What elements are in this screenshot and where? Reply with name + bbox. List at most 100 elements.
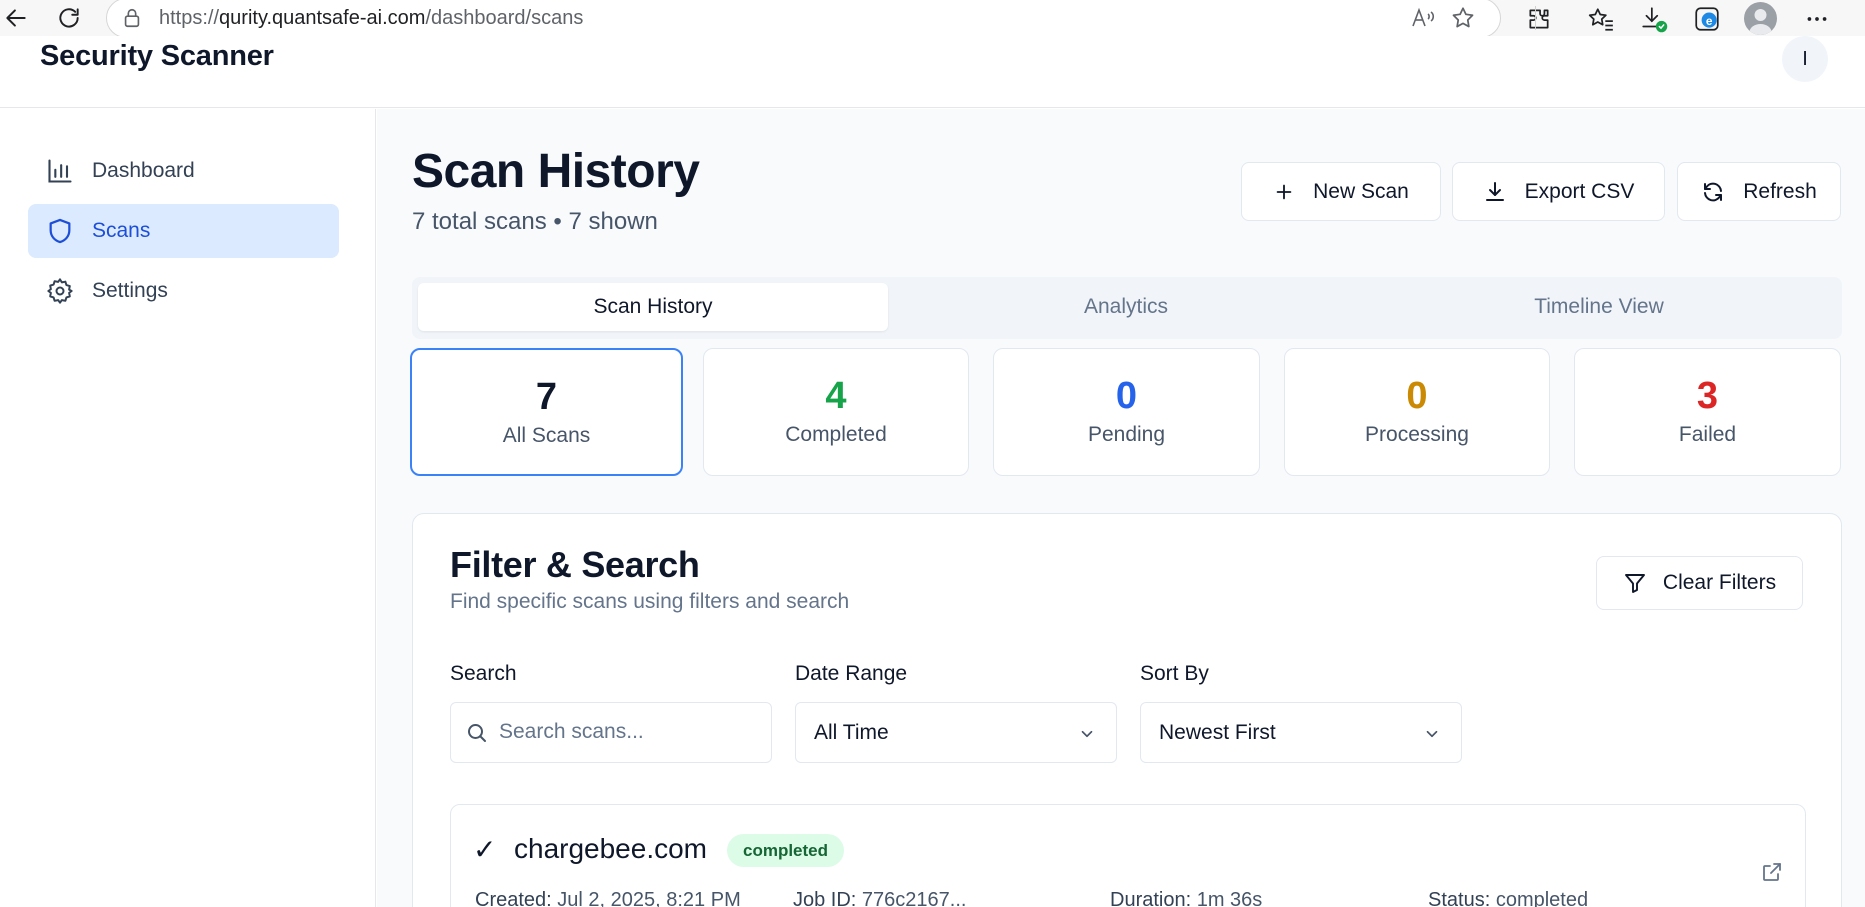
stat-value: 0 bbox=[1115, 375, 1138, 417]
stat-card-all-scans[interactable]: 7 All Scans bbox=[410, 348, 683, 476]
stat-label: Failed bbox=[1678, 423, 1737, 446]
filter-subtitle: Find specific scans using filters and se… bbox=[450, 590, 850, 613]
url-host: qurity.quantsafe-ai.com bbox=[219, 7, 426, 29]
filter-icon bbox=[1624, 574, 1645, 593]
favorites-icon[interactable] bbox=[1584, 2, 1618, 36]
external-link-icon[interactable] bbox=[1760, 860, 1784, 889]
stat-card-processing[interactable]: 0 Processing bbox=[1284, 348, 1550, 476]
new-scan-button[interactable]: New Scan bbox=[1241, 162, 1441, 221]
ie-mode-icon[interactable]: e bbox=[1690, 2, 1724, 36]
page-subtitle: 7 total scans • 7 shown bbox=[412, 208, 658, 235]
chevron-down-icon bbox=[1081, 730, 1093, 738]
tab-scan-history[interactable]: Scan History bbox=[418, 283, 888, 331]
downloads-icon[interactable] bbox=[1637, 2, 1671, 36]
meta-value: 1m 36s bbox=[1196, 889, 1263, 907]
sidebar-item-label: Settings bbox=[92, 279, 168, 302]
search-label: Search bbox=[450, 662, 517, 685]
download-icon bbox=[1485, 181, 1504, 201]
filter-card: Filter & Search Find specific scans usin… bbox=[412, 513, 1842, 907]
reload-button[interactable] bbox=[53, 2, 85, 34]
sidebar: Dashboard Scans Settings bbox=[0, 109, 376, 907]
shield-icon bbox=[49, 218, 71, 244]
filter-title: Filter & Search bbox=[450, 544, 700, 585]
scan-job-id: Job ID: 776c2167... bbox=[793, 889, 966, 907]
check-icon: ✓ bbox=[473, 834, 497, 865]
app-header: Security Scanner I bbox=[0, 36, 1865, 108]
export-csv-button[interactable]: Export CSV bbox=[1452, 162, 1665, 221]
app-title: Security Scanner bbox=[40, 40, 274, 72]
tab-timeline-view[interactable]: Timeline View bbox=[1364, 283, 1834, 331]
meta-label: Duration: bbox=[1110, 889, 1192, 907]
stat-label: Completed bbox=[785, 423, 887, 446]
search-icon bbox=[468, 724, 486, 742]
extensions-icon[interactable] bbox=[1522, 2, 1556, 36]
toolbar-divider bbox=[1535, 6, 1536, 30]
url-text[interactable]: https://qurity.quantsafe-ai.com/dashboar… bbox=[159, 7, 583, 30]
clear-filters-label: Clear Filters bbox=[1662, 571, 1777, 594]
meta-value: completed bbox=[1495, 889, 1589, 907]
sidebar-item-dashboard[interactable]: Dashboard bbox=[28, 144, 339, 198]
stat-label: All Scans bbox=[502, 424, 591, 447]
date-range-select[interactable]: All Time bbox=[795, 702, 1117, 763]
main-content: Scan History 7 total scans • 7 shown New… bbox=[377, 109, 1865, 907]
stat-label: Pending bbox=[1087, 423, 1166, 446]
sort-by-select[interactable]: Newest First bbox=[1140, 702, 1462, 763]
sidebar-item-label: Scans bbox=[92, 219, 151, 242]
scan-domain: chargebee.com bbox=[514, 833, 708, 864]
search-input[interactable] bbox=[499, 720, 739, 744]
sidebar-item-scans[interactable]: Scans bbox=[28, 204, 339, 258]
sort-by-value: Newest First bbox=[1159, 720, 1276, 744]
scan-card[interactable]: ✓ chargebee.com completed Created: Jul 2… bbox=[450, 804, 1806, 907]
reload-icon bbox=[59, 8, 79, 28]
favorite-star-icon[interactable] bbox=[1449, 4, 1477, 32]
read-aloud-icon[interactable] bbox=[1409, 4, 1437, 32]
meta-label: Status: bbox=[1428, 889, 1491, 907]
browser-toolbar: https://qurity.quantsafe-ai.com/dashboar… bbox=[0, 0, 1865, 38]
clear-filters-button[interactable]: Clear Filters bbox=[1596, 556, 1803, 610]
lock-icon[interactable] bbox=[121, 6, 143, 35]
sort-by-label: Sort By bbox=[1140, 662, 1209, 685]
back-button[interactable] bbox=[0, 2, 32, 34]
scan-status: Status: completed bbox=[1428, 889, 1588, 907]
url-prefix: https:// bbox=[159, 7, 220, 29]
status-badge: completed bbox=[727, 834, 845, 867]
url-path: /dashboard/scans bbox=[425, 7, 584, 29]
stat-card-completed[interactable]: 4 Completed bbox=[703, 348, 969, 476]
chevron-down-icon bbox=[1426, 730, 1438, 738]
meta-label: Created: bbox=[475, 889, 552, 907]
address-bar[interactable]: https://qurity.quantsafe-ai.com/dashboar… bbox=[106, 0, 1501, 38]
more-menu-icon[interactable] bbox=[1800, 2, 1834, 36]
meta-label: Job ID: bbox=[793, 889, 857, 907]
user-avatar[interactable]: I bbox=[1782, 36, 1828, 82]
meta-value: Jul 2, 2025, 8:21 PM bbox=[557, 889, 741, 907]
svg-text:e: e bbox=[1706, 14, 1713, 28]
view-tabs: Scan History Analytics Timeline View bbox=[412, 277, 1842, 339]
new-scan-label: New Scan bbox=[1313, 179, 1409, 203]
date-range-value: All Time bbox=[814, 720, 889, 744]
page-title: Scan History bbox=[412, 145, 700, 198]
search-field[interactable] bbox=[450, 702, 772, 763]
sidebar-item-settings[interactable]: Settings bbox=[28, 264, 339, 318]
stat-value: 4 bbox=[825, 375, 847, 417]
date-range-label: Date Range bbox=[795, 662, 908, 685]
plus-icon bbox=[1276, 184, 1292, 199]
refresh-button[interactable]: Refresh bbox=[1677, 162, 1841, 221]
refresh-label: Refresh bbox=[1743, 179, 1817, 203]
stat-card-pending[interactable]: 0 Pending bbox=[993, 348, 1260, 476]
stat-value: 3 bbox=[1696, 375, 1719, 417]
bar-chart-icon bbox=[48, 159, 72, 183]
sidebar-item-label: Dashboard bbox=[92, 159, 195, 182]
export-csv-label: Export CSV bbox=[1524, 179, 1635, 203]
gear-icon bbox=[47, 278, 73, 304]
refresh-icon bbox=[1704, 182, 1723, 201]
tab-analytics[interactable]: Analytics bbox=[891, 283, 1361, 331]
stat-value: 7 bbox=[535, 376, 558, 418]
back-arrow-icon bbox=[6, 9, 26, 27]
stat-card-failed[interactable]: 3 Failed bbox=[1574, 348, 1841, 476]
profile-avatar-icon[interactable] bbox=[1744, 2, 1777, 35]
stat-label: Processing bbox=[1365, 423, 1469, 446]
scan-created: Created: Jul 2, 2025, 8:21 PM bbox=[475, 889, 741, 907]
stat-value: 0 bbox=[1406, 375, 1428, 417]
scan-duration: Duration: 1m 36s bbox=[1110, 889, 1262, 907]
meta-value: 776c2167... bbox=[861, 889, 967, 907]
